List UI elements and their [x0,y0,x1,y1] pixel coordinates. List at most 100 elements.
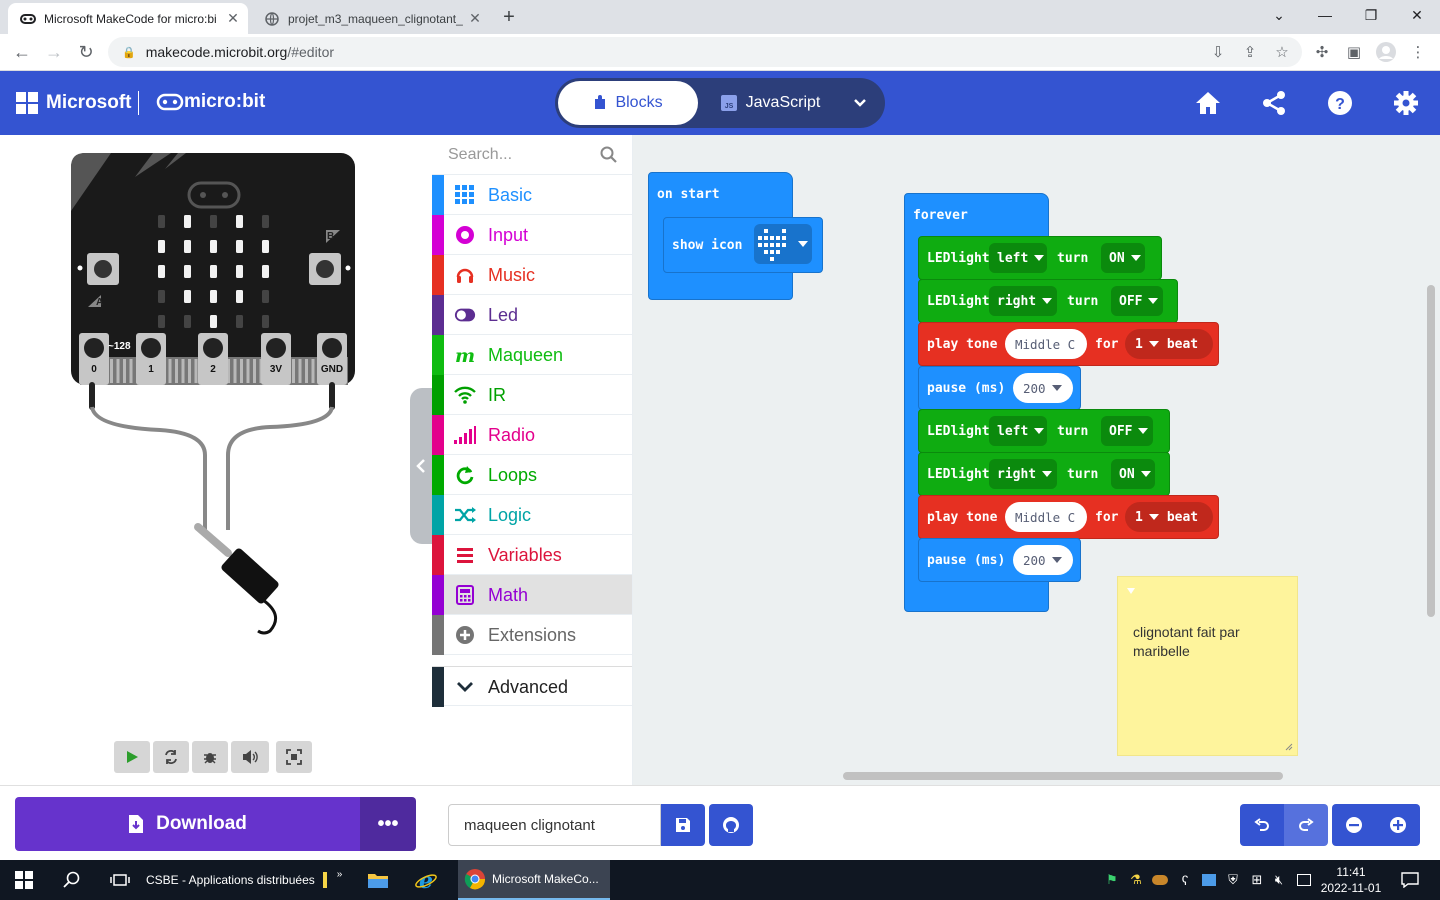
home-icon[interactable] [1193,88,1223,118]
file-explorer-icon[interactable] [354,860,402,900]
clock[interactable]: 11:41 2022-11-01 [1318,860,1384,900]
resize-handle-icon[interactable] [1285,743,1293,751]
toolbox-category-logic[interactable]: Logic [432,495,632,535]
ledlight-block[interactable]: LEDlight left turn OFF [918,409,1170,453]
microbit-board[interactable]: A B 0 1 2 3V GND ~128 [0,135,432,655]
ledlight-block[interactable]: LEDlight right turn ON [918,452,1170,496]
toolbox-category-input[interactable]: Input [432,215,632,255]
side-dropdown[interactable]: left [989,243,1047,273]
toolbox-category-ir[interactable]: IR [432,375,632,415]
url-field[interactable]: 🔒 makecode.microbit.org/#editor [108,37,1302,67]
close-icon[interactable]: ✕ [224,10,242,28]
back-icon[interactable]: ← [8,38,36,66]
javascript-tab[interactable]: JS JavaScript [705,81,835,125]
share-page-icon[interactable]: ⇪ [1238,40,1262,64]
play-tone-block[interactable]: play tone Middle C for 1 beat [918,322,1219,366]
browser-tab-makecode[interactable]: Microsoft MakeCode for micro:bi ✕ [8,3,248,34]
workspace-comment[interactable]: clignotant fait par maribelle [1117,576,1298,756]
help-icon[interactable]: ? [1325,88,1355,118]
button-a[interactable] [87,253,119,285]
collapse-simulator-handle[interactable] [410,388,432,544]
note-picker[interactable]: Middle C [1005,502,1087,532]
toolbox-category-basic[interactable]: Basic [432,175,632,215]
pause-value-dropdown[interactable]: 200 [1013,545,1073,575]
close-icon[interactable]: ✕ [466,10,484,28]
state-dropdown[interactable]: ON [1101,243,1145,273]
horizontal-scrollbar[interactable] [843,772,1283,780]
state-dropdown[interactable]: OFF [1101,416,1153,446]
side-dropdown[interactable]: right [989,459,1057,489]
toolbox-category-led[interactable]: Led [432,295,632,335]
task-view-icon[interactable] [96,860,144,900]
state-dropdown[interactable]: ON [1111,459,1155,489]
bookmark-star-icon[interactable]: ☆ [1270,40,1294,64]
pin-1[interactable]: 1 [136,333,166,385]
pause-value-dropdown[interactable]: 200 [1013,373,1073,403]
button-b[interactable] [309,253,341,285]
github-button[interactable] [709,804,753,846]
save-button[interactable] [661,804,705,846]
toolbox-category-variables[interactable]: Variables [432,535,632,575]
zoom-out-button[interactable] [1332,804,1376,846]
share-icon[interactable] [1259,88,1289,118]
search-icon[interactable] [48,860,96,900]
toolbox-category-advanced[interactable]: Advanced [432,666,632,707]
taskbar-pinned-folder[interactable]: CSBE - Applications distribuées » [146,860,346,900]
microbit-logo[interactable]: micro:bit [156,91,265,113]
play-icon[interactable] [114,741,150,773]
beats-dropdown[interactable]: 1 beat [1125,329,1213,359]
blocks-tab[interactable]: Blocks [558,81,698,125]
beats-dropdown[interactable]: 1 beat [1125,502,1213,532]
side-panel-icon[interactable]: ▣ [1342,40,1366,64]
zoom-in-button[interactable] [1376,804,1420,846]
window-close-button[interactable]: ✕ [1394,0,1440,30]
toolbox-category-loops[interactable]: Loops [432,455,632,495]
minimize-button[interactable]: — [1302,0,1348,30]
tray-warning-icon[interactable] [1294,860,1314,900]
undo-button[interactable] [1240,804,1284,846]
toolbox-category-math[interactable]: Math [432,575,632,615]
tab-search-button[interactable]: ⌄ [1256,0,1302,30]
state-dropdown[interactable]: OFF [1111,286,1163,316]
vertical-scrollbar[interactable] [1427,285,1435,617]
notifications-icon[interactable] [1390,860,1430,900]
tray-network-icon[interactable]: ⊞ [1248,860,1266,900]
tray-flask-icon[interactable]: ⚗ [1128,860,1144,900]
language-dropdown[interactable] [840,81,880,125]
side-dropdown[interactable]: left [989,416,1047,446]
browser-menu-icon[interactable]: ⋮ [1406,40,1430,64]
pause-block[interactable]: pause (ms) 200 [918,366,1081,410]
windows-start-icon[interactable] [0,860,48,900]
pin-3v[interactable]: 3V [261,333,291,385]
gear-icon[interactable] [1391,88,1421,118]
note-picker[interactable]: Middle C [1005,329,1087,359]
reload-icon[interactable]: ↻ [72,38,100,66]
play-tone-block[interactable]: play tone Middle C for 1 beat [918,495,1219,539]
tray-flag-icon[interactable]: ⚑ [1104,860,1120,900]
ledlight-block[interactable]: LEDlight left turn ON [918,236,1162,280]
forward-icon[interactable]: → [40,38,68,66]
redo-button[interactable] [1284,804,1328,846]
show-icon-block[interactable]: show icon [663,217,823,273]
icon-picker-dropdown[interactable] [754,224,812,264]
ledlight-block[interactable]: LEDlight right turn OFF [918,279,1178,323]
pause-block[interactable]: pause (ms) 200 [918,538,1081,582]
debug-icon[interactable] [192,741,228,773]
blocks-workspace[interactable]: on start show icon forever LEDlight left… [633,135,1440,785]
toolbox-category-maqueen[interactable]: m Maqueen [432,335,632,375]
sound-icon[interactable] [231,741,269,773]
tray-volume-muted-icon[interactable]: 🔇︎ [1270,860,1288,900]
side-dropdown[interactable]: right [989,286,1057,316]
project-name-input[interactable]: maqueen clignotant [448,804,661,846]
restart-icon[interactable] [153,741,189,773]
tray-network-monitor-icon[interactable] [1200,860,1218,900]
browser-tab-projet[interactable]: projet_m3_maqueen_clignotant_ ✕ [252,3,490,34]
toolbox-category-music[interactable]: Music [432,255,632,295]
internet-explorer-icon[interactable]: e [402,860,450,900]
taskbar-chrome-app[interactable]: Microsoft MakeCo... [458,860,610,900]
comment-text[interactable]: clignotant fait par maribelle [1133,623,1283,661]
pin-gnd[interactable]: GND [317,333,347,385]
tray-app-icon[interactable] [1150,860,1170,900]
install-app-icon[interactable]: ⇩ [1206,40,1230,64]
comment-collapse-icon[interactable] [1126,587,1136,595]
